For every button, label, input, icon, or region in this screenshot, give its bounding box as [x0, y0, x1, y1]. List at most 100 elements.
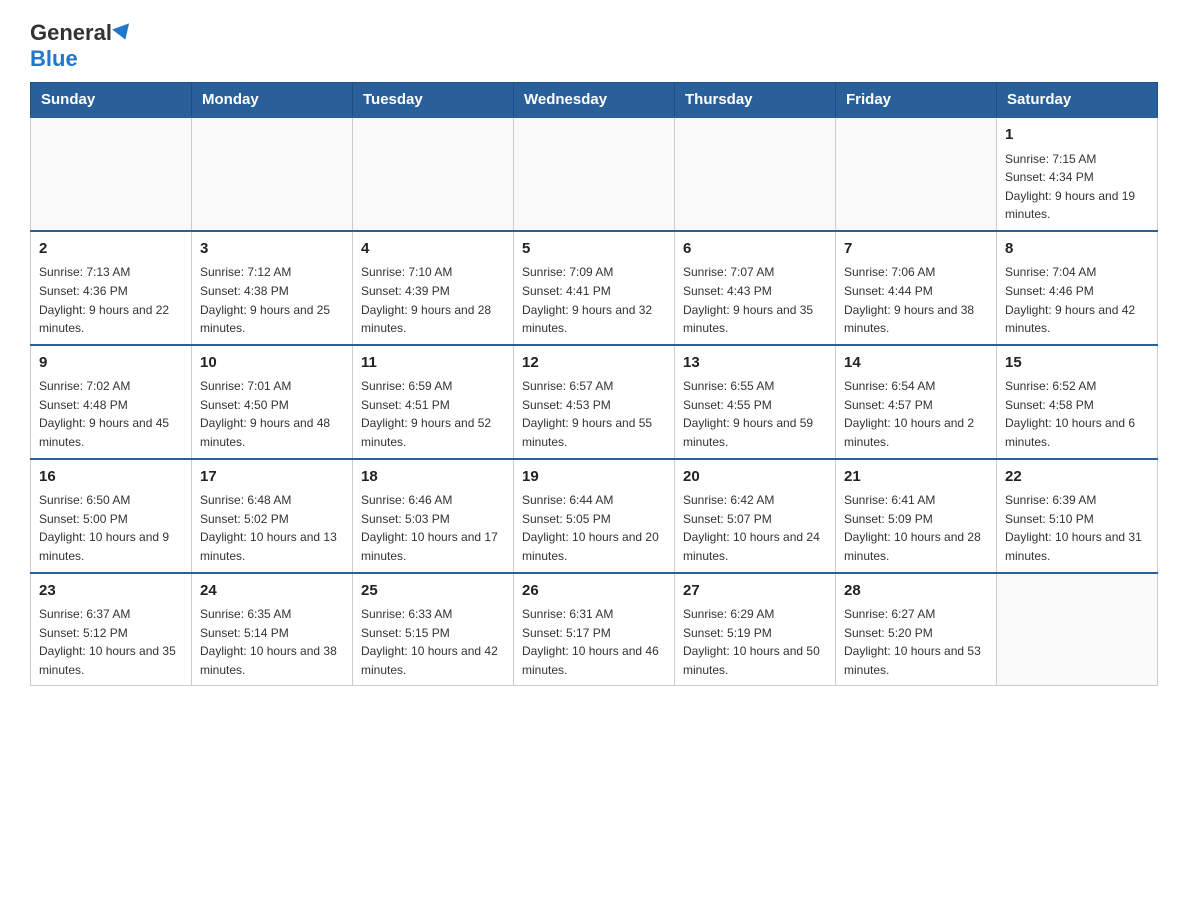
calendar-week-row: 16Sunrise: 6:50 AMSunset: 5:00 PMDayligh…: [31, 459, 1158, 573]
day-info: Sunrise: 6:59 AMSunset: 4:51 PMDaylight:…: [361, 377, 505, 451]
day-info: Sunrise: 6:44 AMSunset: 5:05 PMDaylight:…: [522, 491, 666, 565]
day-number: 5: [522, 238, 666, 261]
day-info: Sunrise: 6:42 AMSunset: 5:07 PMDaylight:…: [683, 491, 827, 565]
calendar-cell: 27Sunrise: 6:29 AMSunset: 5:19 PMDayligh…: [675, 573, 836, 686]
day-info: Sunrise: 7:09 AMSunset: 4:41 PMDaylight:…: [522, 263, 666, 337]
day-number: 12: [522, 352, 666, 375]
calendar-cell: 14Sunrise: 6:54 AMSunset: 4:57 PMDayligh…: [836, 345, 997, 459]
day-info: Sunrise: 6:57 AMSunset: 4:53 PMDaylight:…: [522, 377, 666, 451]
day-number: 2: [39, 238, 183, 261]
calendar-cell: 20Sunrise: 6:42 AMSunset: 5:07 PMDayligh…: [675, 459, 836, 573]
day-number: 18: [361, 466, 505, 489]
calendar-cell: 22Sunrise: 6:39 AMSunset: 5:10 PMDayligh…: [997, 459, 1158, 573]
day-number: 4: [361, 238, 505, 261]
calendar-cell: 25Sunrise: 6:33 AMSunset: 5:15 PMDayligh…: [353, 573, 514, 686]
day-number: 23: [39, 580, 183, 603]
day-info: Sunrise: 7:04 AMSunset: 4:46 PMDaylight:…: [1005, 263, 1149, 337]
day-number: 11: [361, 352, 505, 375]
calendar-cell: [836, 117, 997, 231]
day-info: Sunrise: 6:29 AMSunset: 5:19 PMDaylight:…: [683, 605, 827, 679]
calendar-week-row: 1 Sunrise: 7:15 AMSunset: 4:34 PMDaylight…: [31, 117, 1158, 231]
calendar-header-sunday: Sunday: [31, 83, 192, 118]
day-info: Sunrise: 6:37 AMSunset: 5:12 PMDaylight:…: [39, 605, 183, 679]
day-info: Sunrise: 7:01 AMSunset: 4:50 PMDaylight:…: [200, 377, 344, 451]
calendar-cell: 19Sunrise: 6:44 AMSunset: 5:05 PMDayligh…: [514, 459, 675, 573]
day-number: 14: [844, 352, 988, 375]
calendar-cell: 5Sunrise: 7:09 AMSunset: 4:41 PMDaylight…: [514, 231, 675, 345]
day-number: 6: [683, 238, 827, 261]
calendar-cell: 28Sunrise: 6:27 AMSunset: 5:20 PMDayligh…: [836, 573, 997, 686]
calendar-header-wednesday: Wednesday: [514, 83, 675, 118]
calendar-header-tuesday: Tuesday: [353, 83, 514, 118]
day-info: Sunrise: 6:52 AMSunset: 4:58 PMDaylight:…: [1005, 377, 1149, 451]
calendar-cell: 26Sunrise: 6:31 AMSunset: 5:17 PMDayligh…: [514, 573, 675, 686]
day-number: 24: [200, 580, 344, 603]
calendar-cell: 2Sunrise: 7:13 AMSunset: 4:36 PMDaylight…: [31, 231, 192, 345]
day-number: 1: [1005, 124, 1149, 147]
day-info: Sunrise: 7:15 AMSunset: 4:34 PMDaylight:…: [1005, 150, 1149, 224]
day-number: 7: [844, 238, 988, 261]
calendar-cell: 12Sunrise: 6:57 AMSunset: 4:53 PMDayligh…: [514, 345, 675, 459]
day-number: 13: [683, 352, 827, 375]
calendar-cell: [675, 117, 836, 231]
day-info: Sunrise: 6:50 AMSunset: 5:00 PMDaylight:…: [39, 491, 183, 565]
day-info: Sunrise: 6:33 AMSunset: 5:15 PMDaylight:…: [361, 605, 505, 679]
day-info: Sunrise: 7:12 AMSunset: 4:38 PMDaylight:…: [200, 263, 344, 337]
day-info: Sunrise: 6:46 AMSunset: 5:03 PMDaylight:…: [361, 491, 505, 565]
day-number: 20: [683, 466, 827, 489]
day-info: Sunrise: 7:13 AMSunset: 4:36 PMDaylight:…: [39, 263, 183, 337]
calendar-cell: 3Sunrise: 7:12 AMSunset: 4:38 PMDaylight…: [192, 231, 353, 345]
calendar-cell: 8Sunrise: 7:04 AMSunset: 4:46 PMDaylight…: [997, 231, 1158, 345]
logo-blue-text: Blue: [30, 46, 78, 71]
calendar-cell: [353, 117, 514, 231]
calendar-cell: 24Sunrise: 6:35 AMSunset: 5:14 PMDayligh…: [192, 573, 353, 686]
calendar-cell: [997, 573, 1158, 686]
day-info: Sunrise: 6:31 AMSunset: 5:17 PMDaylight:…: [522, 605, 666, 679]
day-info: Sunrise: 7:10 AMSunset: 4:39 PMDaylight:…: [361, 263, 505, 337]
day-info: Sunrise: 7:06 AMSunset: 4:44 PMDaylight:…: [844, 263, 988, 337]
calendar-cell: 16Sunrise: 6:50 AMSunset: 5:00 PMDayligh…: [31, 459, 192, 573]
day-number: 21: [844, 466, 988, 489]
calendar-week-row: 23Sunrise: 6:37 AMSunset: 5:12 PMDayligh…: [31, 573, 1158, 686]
day-number: 28: [844, 580, 988, 603]
day-number: 15: [1005, 352, 1149, 375]
calendar-cell: 4Sunrise: 7:10 AMSunset: 4:39 PMDaylight…: [353, 231, 514, 345]
day-number: 19: [522, 466, 666, 489]
day-info: Sunrise: 7:07 AMSunset: 4:43 PMDaylight:…: [683, 263, 827, 337]
day-number: 9: [39, 352, 183, 375]
calendar-header-friday: Friday: [836, 83, 997, 118]
day-info: Sunrise: 6:35 AMSunset: 5:14 PMDaylight:…: [200, 605, 344, 679]
day-number: 16: [39, 466, 183, 489]
calendar-cell: 11Sunrise: 6:59 AMSunset: 4:51 PMDayligh…: [353, 345, 514, 459]
calendar-cell: 21Sunrise: 6:41 AMSunset: 5:09 PMDayligh…: [836, 459, 997, 573]
calendar-header-row: SundayMondayTuesdayWednesdayThursdayFrid…: [31, 83, 1158, 118]
day-number: 17: [200, 466, 344, 489]
day-number: 27: [683, 580, 827, 603]
calendar-cell: 1 Sunrise: 7:15 AMSunset: 4:34 PMDaylight…: [997, 117, 1158, 231]
day-info: Sunrise: 6:54 AMSunset: 4:57 PMDaylight:…: [844, 377, 988, 451]
calendar-cell: [192, 117, 353, 231]
calendar-header-monday: Monday: [192, 83, 353, 118]
calendar-cell: [514, 117, 675, 231]
calendar-week-row: 2Sunrise: 7:13 AMSunset: 4:36 PMDaylight…: [31, 231, 1158, 345]
day-number: 25: [361, 580, 505, 603]
logo-triangle-icon: [112, 23, 134, 42]
calendar-cell: 17Sunrise: 6:48 AMSunset: 5:02 PMDayligh…: [192, 459, 353, 573]
day-info: Sunrise: 7:02 AMSunset: 4:48 PMDaylight:…: [39, 377, 183, 451]
calendar-cell: 13Sunrise: 6:55 AMSunset: 4:55 PMDayligh…: [675, 345, 836, 459]
day-info: Sunrise: 6:48 AMSunset: 5:02 PMDaylight:…: [200, 491, 344, 565]
day-info: Sunrise: 6:55 AMSunset: 4:55 PMDaylight:…: [683, 377, 827, 451]
day-number: 3: [200, 238, 344, 261]
calendar-header-thursday: Thursday: [675, 83, 836, 118]
calendar-header-saturday: Saturday: [997, 83, 1158, 118]
day-number: 22: [1005, 466, 1149, 489]
day-number: 26: [522, 580, 666, 603]
calendar-week-row: 9Sunrise: 7:02 AMSunset: 4:48 PMDaylight…: [31, 345, 1158, 459]
day-number: 8: [1005, 238, 1149, 261]
calendar-cell: 15Sunrise: 6:52 AMSunset: 4:58 PMDayligh…: [997, 345, 1158, 459]
day-info: Sunrise: 6:41 AMSunset: 5:09 PMDaylight:…: [844, 491, 988, 565]
calendar-cell: 6Sunrise: 7:07 AMSunset: 4:43 PMDaylight…: [675, 231, 836, 345]
page-header: General Blue: [30, 20, 1158, 72]
calendar-cell: 23Sunrise: 6:37 AMSunset: 5:12 PMDayligh…: [31, 573, 192, 686]
logo: General Blue: [30, 20, 132, 72]
